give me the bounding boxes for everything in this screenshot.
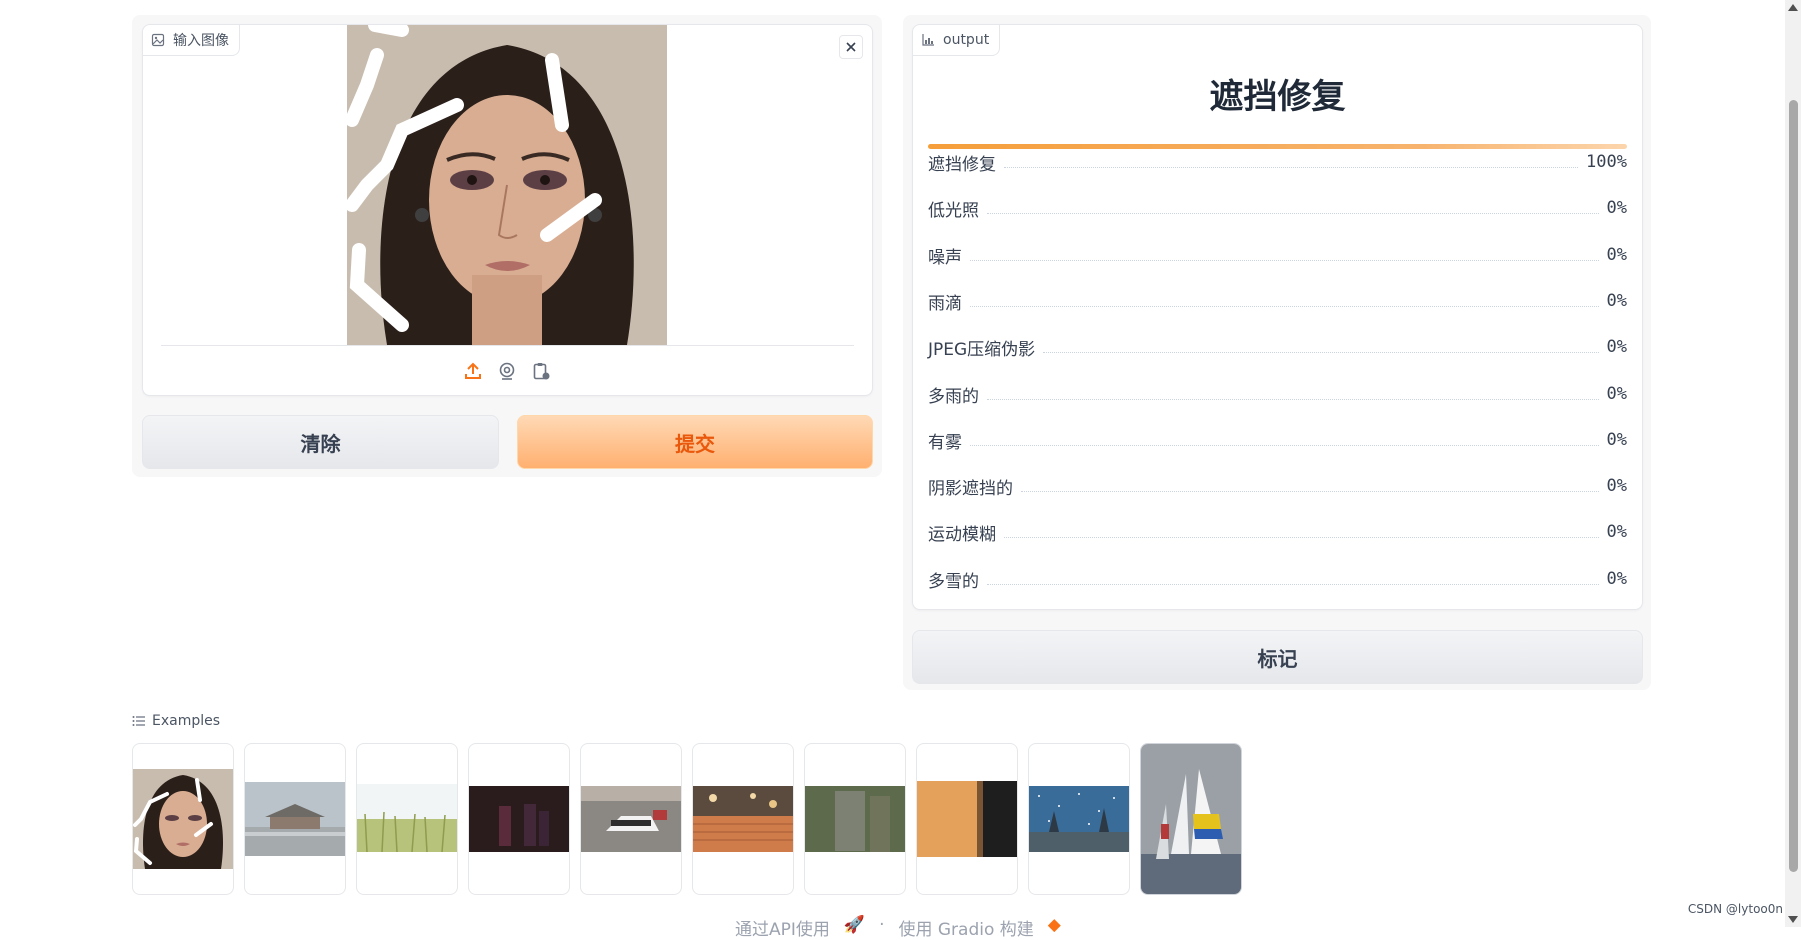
confidence-label: 运动模糊 — [928, 524, 996, 545]
confidence-dotted-leader — [970, 444, 1599, 446]
output-label-block: output 遮挡修复 遮挡修复 100% 低光照 0% 噪声 0% 雨滴 0% JPEG压缩伪… — [912, 24, 1643, 610]
hazy-palace-thumbnail — [245, 782, 345, 856]
footer-separator: · — [879, 915, 885, 935]
confidence-label: 低光照 — [928, 200, 979, 221]
flag-button[interactable]: 标记 — [912, 630, 1643, 684]
examples-header: Examples — [132, 713, 220, 729]
examples-label: Examples — [152, 713, 221, 729]
confidence-label: 遮挡修复 — [928, 154, 996, 175]
webcam-icon[interactable] — [497, 361, 517, 381]
built-with-link[interactable]: 使用 Gradio 构建 — [898, 915, 1033, 940]
confidence-label: 阴影遮挡的 — [928, 478, 1013, 499]
confidence-row: 遮挡修复 100% — [928, 150, 1627, 175]
output-label: output — [913, 25, 1001, 56]
confidence-row: 运动模糊 0% — [928, 520, 1627, 545]
snowy-scene-thumbnail — [1029, 786, 1129, 852]
confidence-dotted-leader — [970, 259, 1599, 261]
image-icon — [151, 33, 165, 47]
confidence-row: 有雾 0% — [928, 428, 1627, 453]
watermark: CSDN @lytoo0n — [1687, 902, 1783, 916]
confidence-dotted-leader — [987, 212, 1599, 214]
confidence-label: JPEG压缩伪影 — [928, 339, 1036, 360]
confidence-label: 雨滴 — [928, 293, 962, 314]
example-racing-cars[interactable] — [580, 743, 682, 895]
confidence-row: 多雨的 0% — [928, 382, 1627, 407]
confidence-row: 低光照 0% — [928, 196, 1627, 221]
top-class-title: 遮挡修复 — [1209, 77, 1346, 117]
upload-icon[interactable] — [463, 361, 483, 381]
scrollbar-track[interactable] — [1785, 0, 1801, 927]
input-image-label-text: 输入图像 — [173, 33, 229, 49]
confidence-dotted-leader — [1043, 351, 1599, 353]
confidence-value: 0% — [1606, 476, 1627, 496]
motion-blur-thumbnail — [805, 786, 905, 852]
confidence-value: 0% — [1606, 522, 1627, 542]
confidence-dotted-leader — [970, 305, 1599, 307]
confidence-dotted-leader — [987, 583, 1599, 585]
racing-cars-thumbnail — [581, 786, 681, 852]
bright-grass-thumbnail — [357, 784, 457, 852]
confidence-value: 100% — [1586, 152, 1627, 172]
gradio-logo-icon: ◆ — [1047, 915, 1061, 935]
clipboard-icon[interactable] — [531, 361, 551, 381]
clear-button[interactable]: 清除 — [142, 415, 499, 469]
image-input-block[interactable]: 输入图像 — [142, 24, 873, 396]
confidence-row: 多雪的 0% — [928, 567, 1627, 592]
list-icon — [132, 716, 145, 726]
clear-image-button[interactable] — [839, 35, 863, 59]
confidence-dotted-leader — [1004, 166, 1579, 168]
example-sailboats[interactable] — [1140, 743, 1242, 895]
example-hazy-palace[interactable] — [244, 743, 346, 895]
example-bright-grass[interactable] — [356, 743, 458, 895]
close-icon — [846, 42, 856, 52]
occluded-face-image — [347, 25, 667, 345]
rocket-icon: 🚀 — [843, 915, 866, 935]
confidence-value: 0% — [1606, 198, 1627, 218]
scroll-up-arrow[interactable] — [1788, 4, 1798, 11]
confidence-label: 有雾 — [928, 432, 962, 453]
shadowed-wall-thumbnail — [917, 781, 1017, 857]
confidence-value: 0% — [1606, 569, 1627, 589]
confidence-row: 雨滴 0% — [928, 289, 1627, 314]
confidence-label: 多雪的 — [928, 571, 979, 592]
example-snowy-scene[interactable] — [1028, 743, 1130, 895]
scroll-down-arrow[interactable] — [1788, 916, 1798, 923]
example-occluded-face[interactable] — [132, 743, 234, 895]
confidence-label: 多雨的 — [928, 386, 979, 407]
output-label-text: output — [943, 32, 990, 48]
confidence-row: 噪声 0% — [928, 243, 1627, 268]
scrollbar-thumb[interactable] — [1789, 100, 1798, 872]
example-shadowed-wall[interactable] — [916, 743, 1018, 895]
confidence-value: 0% — [1606, 291, 1627, 311]
confidence-dotted-leader — [1004, 536, 1599, 538]
confidence-value: 0% — [1606, 384, 1627, 404]
footer: 通过API使用 🚀 · 使用 Gradio 构建 ◆ — [735, 915, 1061, 940]
confidence-dotted-leader — [987, 398, 1599, 400]
confidence-row: JPEG压缩伪影 0% — [928, 335, 1627, 360]
dark-lowlight-thumbnail — [469, 786, 569, 852]
stairs-rain-thumbnail — [693, 786, 793, 852]
top-confidence-bar — [928, 144, 1627, 149]
occluded-face-thumbnail — [133, 769, 233, 869]
confidence-value: 0% — [1606, 245, 1627, 265]
input-image-label: 输入图像 — [143, 25, 240, 56]
sailboats-thumbnail — [1141, 744, 1241, 894]
api-link[interactable]: 通过API使用 — [735, 915, 830, 940]
confidence-value: 0% — [1606, 337, 1627, 357]
confidence-dotted-leader — [1021, 490, 1599, 492]
confidence-label: 噪声 — [928, 247, 962, 268]
bar-chart-icon — [922, 34, 934, 46]
confidence-value: 0% — [1606, 430, 1627, 450]
example-stairs-rain[interactable] — [692, 743, 794, 895]
image-divider — [161, 345, 854, 346]
input-image-preview[interactable] — [347, 25, 667, 345]
example-motion-blur[interactable] — [804, 743, 906, 895]
submit-button[interactable]: 提交 — [517, 415, 873, 469]
confidence-row: 阴影遮挡的 0% — [928, 474, 1627, 499]
example-dark-lowlight[interactable] — [468, 743, 570, 895]
